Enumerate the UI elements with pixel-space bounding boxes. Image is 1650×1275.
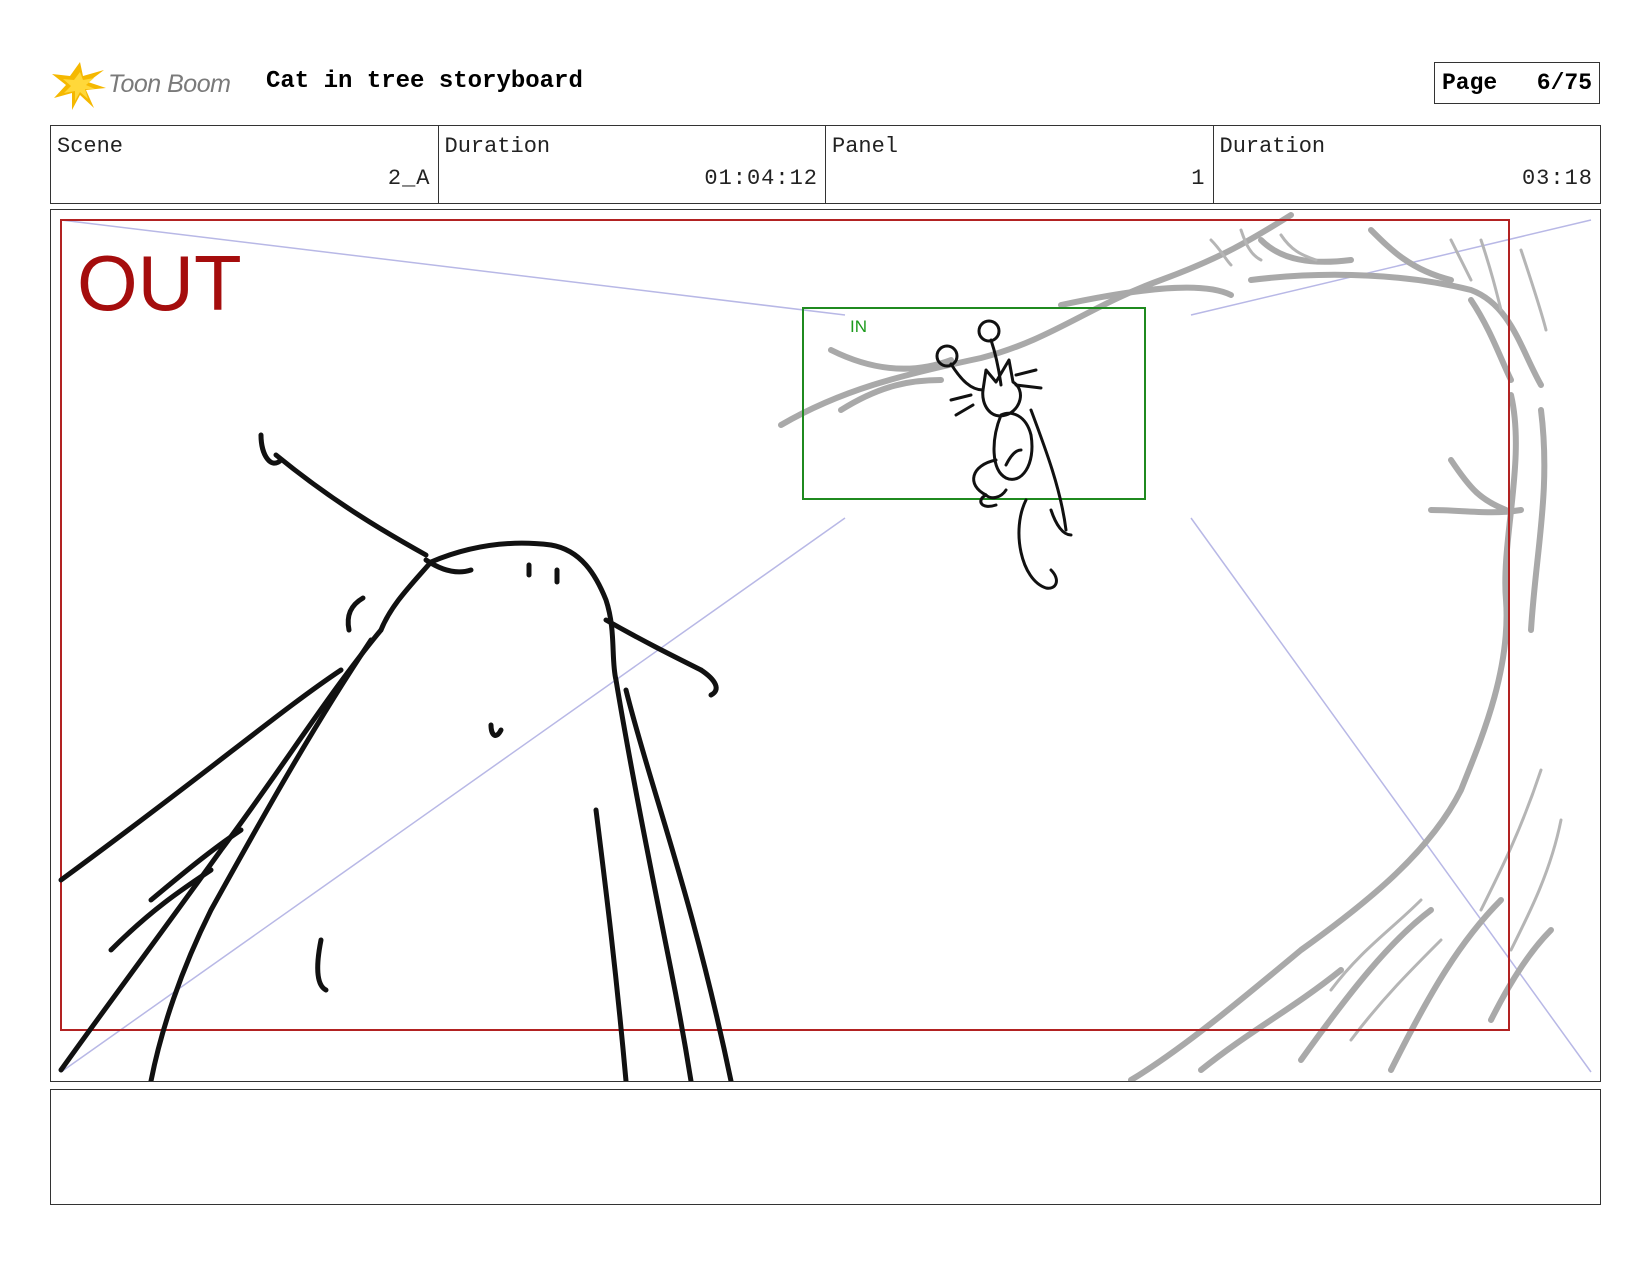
toon-boom-star-icon	[52, 62, 106, 110]
page-indicator: Page 6/75	[1434, 62, 1600, 104]
foreground-figure-sketch	[58, 432, 734, 1081]
page-label: Page	[1442, 70, 1498, 96]
panel-duration-cell: Duration 03:18	[1214, 126, 1601, 203]
scene-duration-label: Duration	[444, 134, 551, 159]
scene-duration-cell: Duration 01:04:12	[439, 126, 826, 203]
cat-sketch	[935, 319, 1073, 590]
scene-label: Scene	[57, 134, 124, 159]
logo-wordmark: Toon Boom	[108, 70, 231, 98]
panel-duration-value: 03:18	[1521, 166, 1593, 191]
storyboard-panel: OUT IN	[50, 209, 1601, 1082]
tree-background-sketch	[778, 212, 1554, 1081]
panel-cell: Panel 1	[826, 126, 1214, 203]
scene-cell: Scene 2_A	[51, 126, 439, 203]
out-frame	[60, 219, 1510, 1031]
out-frame-label: OUT	[77, 239, 242, 327]
camera-move-lines	[60, 219, 1592, 1073]
toon-boom-logo: Toon Boom	[52, 58, 248, 112]
panel-drawing	[58, 212, 1592, 1081]
panel-value: 1	[1191, 166, 1206, 191]
panel-duration-label: Duration	[1219, 134, 1326, 159]
panel-info-row: Scene 2_A Duration 01:04:12 Panel 1 Dura…	[50, 125, 1601, 204]
panel-label: Panel	[832, 134, 899, 159]
panel-notes-box[interactable]	[50, 1089, 1601, 1205]
in-frame-label: IN	[850, 317, 867, 336]
page-number: 6/75	[1536, 70, 1592, 96]
scene-duration-value: 01:04:12	[704, 166, 818, 191]
document-title: Cat in tree storyboard	[266, 68, 583, 95]
scene-value: 2_A	[387, 166, 431, 191]
